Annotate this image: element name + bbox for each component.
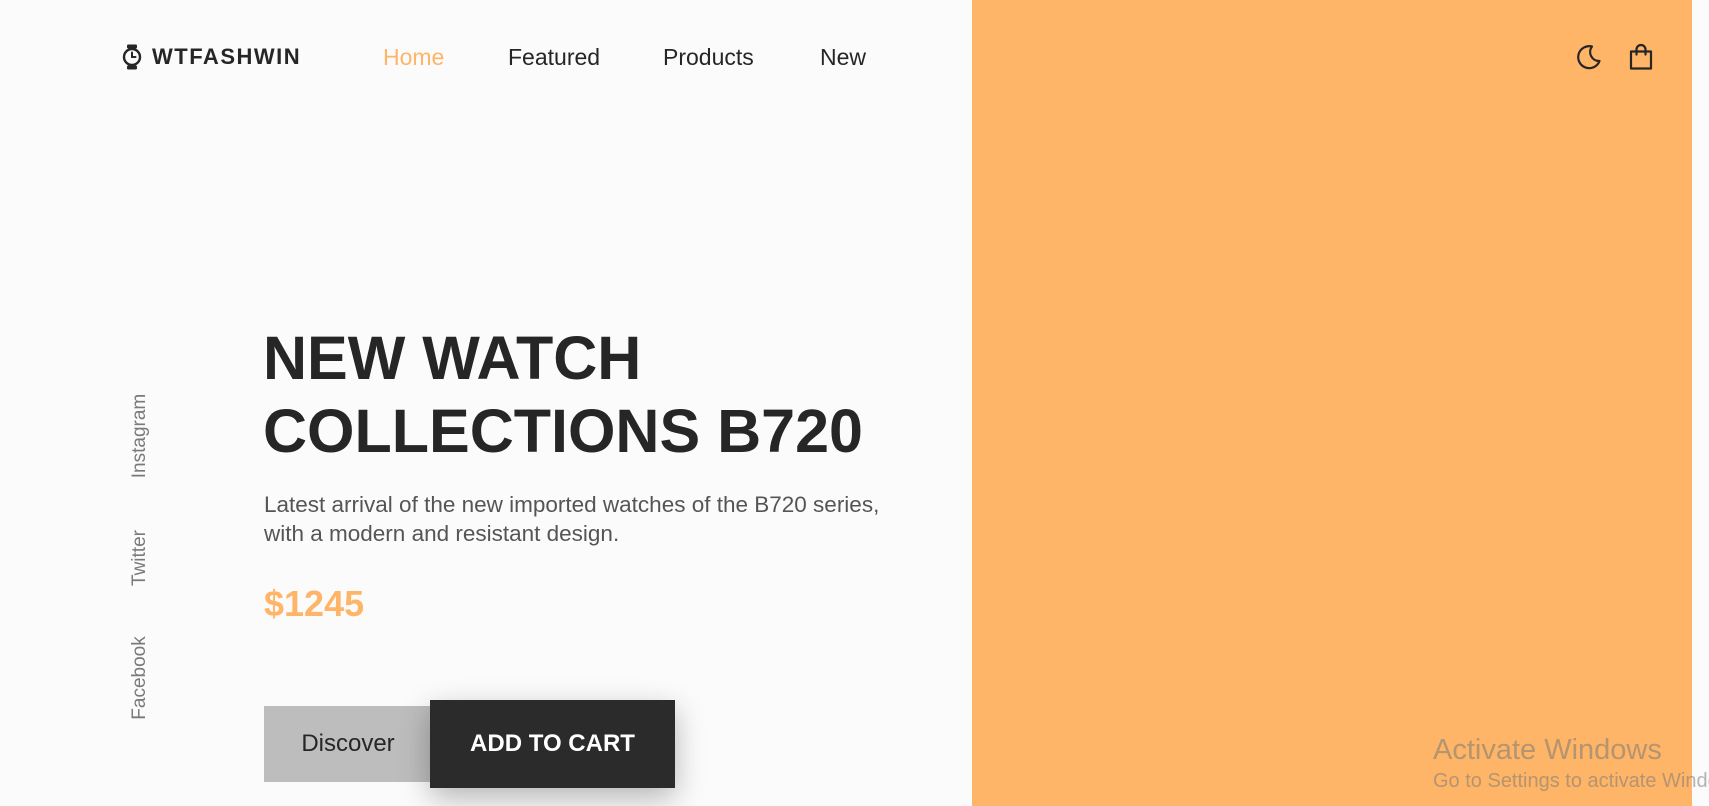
social-instagram[interactable]: Instagram — [129, 394, 151, 478]
brand-name: WTFASHWIN — [152, 44, 302, 69]
nav-featured[interactable]: Featured — [508, 44, 600, 71]
brand-logo[interactable]: WTFASHWIN — [122, 44, 301, 70]
social-facebook[interactable]: Facebook — [129, 636, 151, 719]
shopping-bag-icon[interactable] — [1626, 42, 1656, 72]
windows-activation-watermark: Activate Windows Go to Settings to activ… — [1433, 733, 1709, 795]
product-price: $1245 — [264, 583, 365, 624]
discover-button[interactable]: Discover — [264, 706, 432, 782]
nav-products[interactable]: Products — [663, 44, 754, 71]
social-twitter[interactable]: Twitter — [129, 530, 151, 586]
nav-home[interactable]: Home — [383, 44, 444, 71]
watch-icon — [122, 44, 142, 70]
hero-title-line-1: NEW WATCH — [263, 324, 642, 392]
hero-description: Latest arrival of the new imported watch… — [264, 492, 880, 546]
add-to-cart-button[interactable]: ADD TO CART — [430, 700, 675, 788]
hero-title: NEW WATCH COLLECTIONS B720 — [263, 322, 863, 468]
hero-image-panel — [972, 0, 1692, 806]
page-edge — [1692, 0, 1709, 806]
watermark-title: Activate Windows — [1433, 734, 1662, 766]
nav-new[interactable]: New — [820, 44, 866, 71]
moon-icon[interactable] — [1573, 42, 1603, 72]
watermark-subtitle: Go to Settings to activate Windows. — [1433, 770, 1709, 792]
page: WTFASHWIN Home Featured Products New Ins… — [0, 0, 1709, 806]
hero-title-line-2: COLLECTIONS B720 — [263, 397, 863, 465]
